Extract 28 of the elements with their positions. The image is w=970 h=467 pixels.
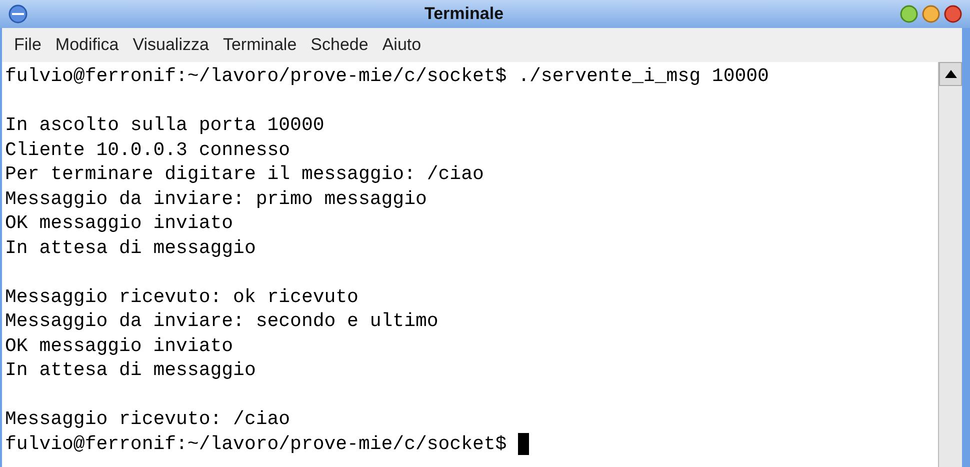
terminal-line: In attesa di messaggio xyxy=(5,359,256,381)
terminal-line: In attesa di messaggio xyxy=(5,236,256,258)
maximize-button[interactable] xyxy=(922,5,940,23)
terminal-prompt: fulvio@ferronif:~/lavoro/prove-mie/c/socket$ xyxy=(5,432,508,456)
terminal-line: In ascolto sulla porta 10000 xyxy=(5,114,324,136)
menu-item[interactable]: Aiuto xyxy=(376,32,428,58)
scrollbar[interactable] xyxy=(938,62,962,467)
terminal-line: Messaggio da inviare: primo messaggio xyxy=(5,188,427,210)
up-arrow-icon xyxy=(944,70,956,78)
close-button[interactable] xyxy=(944,5,962,23)
scroll-up-button[interactable] xyxy=(939,62,962,86)
terminal-line: Cliente 10.0.0.3 connesso xyxy=(5,138,290,160)
menu-item[interactable]: Terminale xyxy=(216,32,303,58)
menu-item[interactable]: Schede xyxy=(304,32,374,58)
terminal-line: fulvio@ferronif:~/lavoro/prove-mie/c/socket$ ./servente_i_msg 10000 xyxy=(5,65,769,87)
menu-item[interactable]: Visualizza xyxy=(126,32,215,58)
terminal-line: Per terminare digitare il messaggio: /ciao xyxy=(5,163,484,185)
terminal-line: OK messaggio inviato xyxy=(5,334,234,356)
menu-item[interactable]: Modifica xyxy=(49,32,125,58)
terminal-line: Messaggio ricevuto: /ciao xyxy=(5,408,290,430)
terminal-line: Messaggio ricevuto: ok ricevuto xyxy=(5,286,358,308)
window-menu-icon[interactable] xyxy=(8,4,28,24)
terminal-line: OK messaggio inviato xyxy=(5,212,234,234)
minimize-button[interactable] xyxy=(900,5,918,23)
terminal-line: Messaggio da inviare: secondo e ultimo xyxy=(5,310,438,332)
cursor xyxy=(518,432,530,455)
window-title: Terminale xyxy=(424,3,504,26)
menu-item[interactable]: File xyxy=(8,32,48,58)
